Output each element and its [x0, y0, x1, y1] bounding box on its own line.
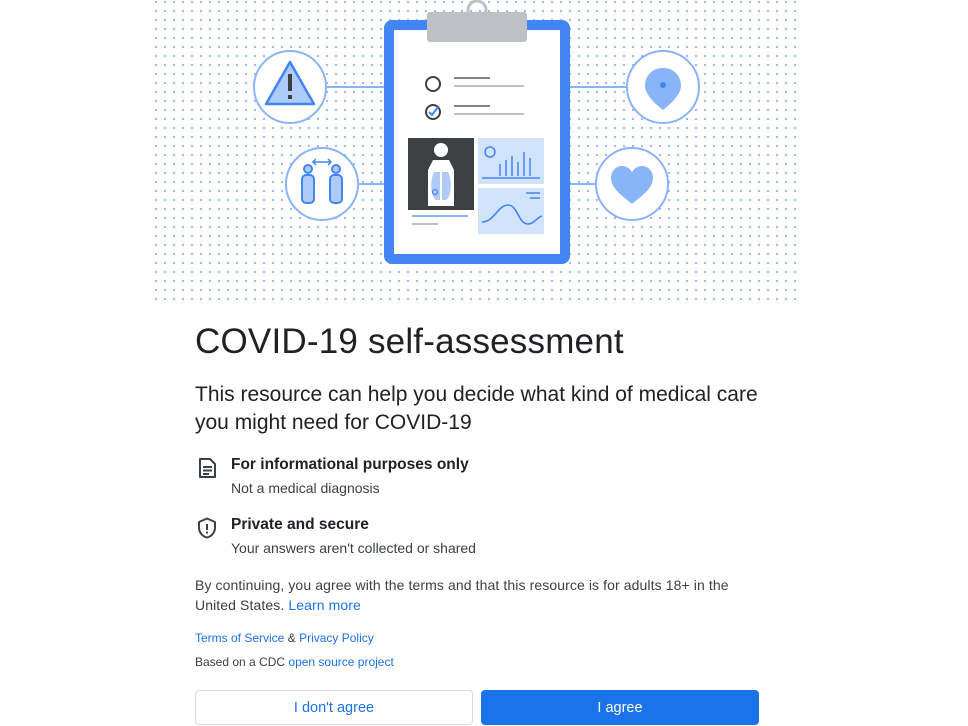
page-subtitle: This resource can help you decide what k… — [195, 383, 758, 434]
warning-icon — [253, 50, 327, 124]
feature-informational: For informational purposes only Not a me… — [195, 456, 755, 500]
terms-text: By continuing, you agree with the terms … — [195, 575, 755, 615]
shield-icon — [198, 517, 216, 539]
terms-body: By continuing, you agree with the terms … — [195, 577, 729, 613]
cdc-attribution: Based on a CDC open source project — [195, 655, 394, 669]
ampersand: & — [287, 631, 296, 645]
feature-heading: Private and secure — [231, 516, 369, 533]
clipboard-illustration — [154, 0, 800, 304]
feature-subtext: Your answers aren't collected or shared — [231, 540, 476, 556]
policy-links: Terms of Service & Privacy Policy — [195, 631, 374, 645]
social-distance-icon — [285, 147, 359, 221]
page-title: COVID-19 self-assessment — [195, 322, 624, 361]
feature-subtext: Not a medical diagnosis — [231, 480, 380, 496]
terms-of-service-link[interactable]: Terms of Service — [195, 631, 284, 645]
open-source-project-link[interactable]: open source project — [288, 655, 393, 669]
agree-button[interactable]: I agree — [481, 690, 759, 725]
privacy-policy-link[interactable]: Privacy Policy — [299, 631, 374, 645]
cdc-prefix: Based on a CDC — [195, 655, 286, 669]
location-pin-icon — [626, 50, 700, 124]
feature-private: Private and secure Your answers aren't c… — [195, 516, 755, 560]
feature-heading: For informational purposes only — [231, 456, 469, 473]
document-icon — [199, 458, 216, 478]
heart-icon — [595, 147, 669, 221]
disagree-button[interactable]: I don't agree — [195, 690, 473, 725]
learn-more-link[interactable]: Learn more — [288, 597, 361, 613]
